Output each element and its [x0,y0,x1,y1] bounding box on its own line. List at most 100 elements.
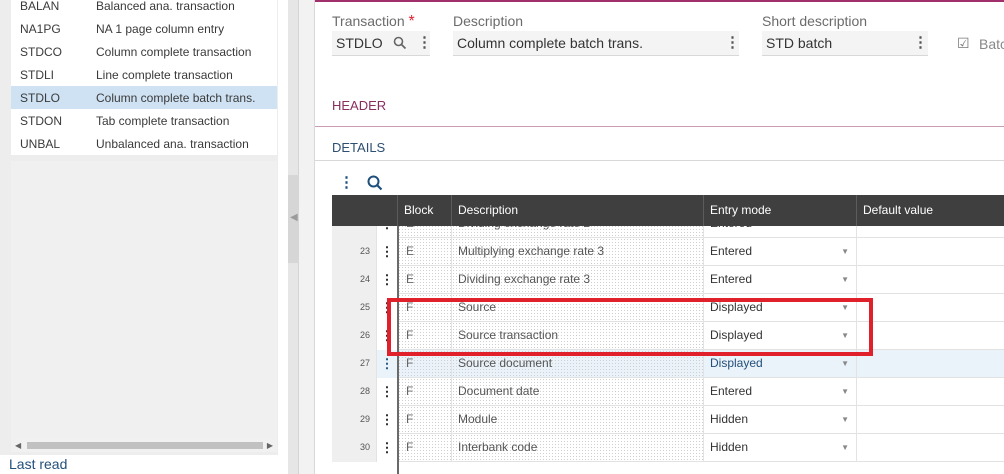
row-menu-icon[interactable]: ⋮ [376,266,397,294]
row-menu-icon[interactable]: ⋮ [376,294,397,322]
row-menu-icon[interactable]: ⋮ [376,238,397,266]
cell-default-value[interactable] [856,238,1004,266]
row-menu-icon[interactable]: ⋮ [376,226,397,238]
description-menu-icon[interactable]: ⋮ [725,33,740,51]
table-row[interactable]: 30 ⋮ F Interbank code Hidden ▼ [332,434,1004,462]
row-menu-icon[interactable]: ⋮ [376,434,397,462]
dropdown-arrow-icon[interactable]: ▼ [841,294,849,321]
list-item-description: Unbalanced ana. transaction [96,136,249,151]
transaction-list-panel: BALAN Balanced ana. transaction NA1PG NA 1 … [0,0,278,455]
cell-entry-mode[interactable]: Displayed ▼ [703,350,856,378]
column-header-description[interactable]: Description [451,195,703,226]
list-item[interactable]: UNBAL Unbalanced ana. transaction [11,132,277,155]
cell-default-value[interactable] [856,406,1004,434]
cell-entry-mode[interactable]: Entered ▼ [703,226,856,238]
dropdown-arrow-icon[interactable]: ▼ [841,266,849,293]
details-section-title[interactable]: DETAILS [332,140,385,155]
cell-default-value[interactable] [856,322,1004,350]
cell-entry-mode[interactable]: Displayed ▼ [703,294,856,322]
cell-default-value[interactable] [856,266,1004,294]
description-field[interactable]: Column complete batch trans. [453,31,739,56]
row-menu-icon[interactable]: ⋮ [376,322,397,350]
cell-default-value[interactable] [856,350,1004,378]
table-row[interactable]: 23 ⋮ E Multiplying exchange rate 3 Entered ▼ [332,238,1004,266]
grid-body: 22⋮EDividing exchange rate 2Entered▼23⋮E… [332,226,1004,474]
dropdown-arrow-icon[interactable]: ▼ [841,226,849,237]
list-item-description: Balanced ana. transaction [96,0,235,13]
list-item[interactable]: BALAN Balanced ana. transaction [11,0,277,17]
cell-entry-mode[interactable]: Displayed ▼ [703,322,856,350]
column-header-default-value[interactable]: Default value [856,195,1004,226]
cell-entry-mode[interactable]: Entered ▼ [703,238,856,266]
list-item-description: Column complete transaction [96,44,252,59]
table-row[interactable]: 26 ⋮ F Source transaction Displayed ▼ [332,322,1004,350]
scroll-right-arrow-icon[interactable]: ▶ [267,441,273,450]
header-section-title[interactable]: HEADER [332,98,386,113]
short-description-value: STD batch [766,35,833,51]
list-item[interactable]: STDON Tab complete transaction [11,109,277,132]
dropdown-arrow-icon[interactable]: ▼ [841,406,849,433]
list-item[interactable]: STDLO Column complete batch trans. [11,86,277,109]
horizontal-scrollbar[interactable]: ◀ ▶ [11,439,277,452]
cell-default-value[interactable] [856,226,1004,238]
transaction-menu-icon[interactable]: ⋮ [417,33,432,51]
dropdown-arrow-icon[interactable]: ▼ [841,434,849,461]
row-number: 30 [332,434,376,462]
cell-entry-mode[interactable]: Hidden ▼ [703,406,856,434]
dropdown-arrow-icon[interactable]: ▼ [841,238,849,265]
short-description-menu-icon[interactable]: ⋮ [913,33,928,51]
description-value: Column complete batch trans. [457,35,643,51]
details-divider [315,160,1004,161]
entry-mode-value: Entered [710,244,753,258]
cell-entry-mode[interactable]: Entered ▼ [703,266,856,294]
grid-actions-menu-icon[interactable]: ⋮ [339,173,354,191]
table-row[interactable]: 29 ⋮ F Module Hidden ▼ [332,406,1004,434]
list-item[interactable]: NA1PG NA 1 page column entry [11,17,277,40]
transaction-field[interactable]: STDLO [332,31,430,56]
batch-checkbox-icon[interactable]: ☑ [957,35,970,52]
cell-default-value[interactable] [856,378,1004,406]
column-header-block[interactable]: Block [397,195,451,226]
entry-mode-value: Displayed [710,300,763,314]
cell-block: F [397,378,451,406]
list-item[interactable]: STDLI Line complete transaction [11,63,277,86]
grid-search-icon[interactable] [367,175,383,191]
row-menu-icon[interactable]: ⋮ [376,378,397,406]
cell-entry-mode[interactable]: Hidden ▼ [703,434,856,462]
batch-label: Batc [979,36,1004,52]
last-read-link[interactable]: Last read [9,456,67,472]
scrollbar-thumb[interactable] [27,442,263,449]
list-item-description: NA 1 page column entry [96,21,225,36]
cell-block: F [397,434,451,462]
required-marker: * [408,13,415,30]
table-row[interactable]: 22⋮EDividing exchange rate 2 Entered ▼ [332,226,1004,238]
cell-description: Source [451,294,703,322]
dropdown-arrow-icon[interactable]: ▼ [841,378,849,405]
column-header-entry-mode[interactable]: Entry mode [703,195,856,226]
collapse-panel-button[interactable]: ◀ [288,175,299,263]
list-item-description: Line complete transaction [96,67,233,82]
cell-default-value[interactable] [856,434,1004,462]
panel-splitter[interactable]: ◀ [288,0,299,474]
short-description-field[interactable]: STD batch [762,31,928,56]
cell-description: Dividing exchange rate 3 [451,266,703,294]
row-menu-icon[interactable]: ⋮ [376,350,397,378]
row-number: 22 [332,226,376,238]
short-description-label: Short description [762,13,868,29]
cell-block: E [397,266,451,294]
transaction-search-icon[interactable] [393,36,407,50]
table-row[interactable]: 28 ⋮ F Document date Entered ▼ [332,378,1004,406]
scroll-left-arrow-icon[interactable]: ◀ [15,441,21,450]
row-menu-icon[interactable]: ⋮ [376,406,397,434]
cell-default-value[interactable] [856,294,1004,322]
cell-block: F [397,322,451,350]
dropdown-arrow-icon[interactable]: ▼ [841,322,849,349]
header-divider [315,126,1004,127]
transaction-value: STDLO [336,35,383,51]
table-row[interactable]: 24 ⋮ E Dividing exchange rate 3 Entered ▼ [332,266,1004,294]
table-row[interactable]: 27 ⋮ F Source document Displayed ▼ [332,350,1004,378]
cell-entry-mode[interactable]: Entered ▼ [703,378,856,406]
table-row[interactable]: 25 ⋮ F Source Displayed ▼ [332,294,1004,322]
list-item[interactable]: STDCO Column complete transaction [11,40,277,63]
dropdown-arrow-icon[interactable]: ▼ [841,350,849,377]
